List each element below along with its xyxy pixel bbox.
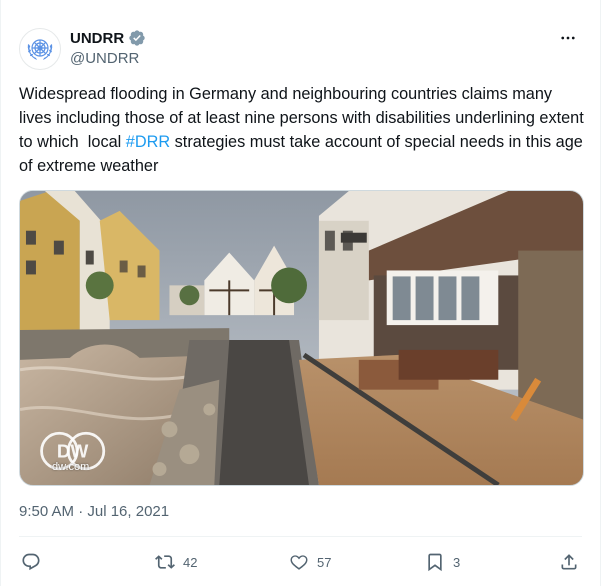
more-icon — [561, 36, 575, 40]
account-handle[interactable]: @UNDRR — [70, 50, 146, 67]
like-icon — [290, 555, 308, 570]
bookmark-button[interactable]: 3 — [425, 550, 460, 574]
dw-watermark-text: dw.com — [52, 461, 90, 473]
share-button[interactable] — [559, 550, 579, 574]
account-names: UNDRR @UNDRR — [70, 28, 146, 67]
dw-watermark: DW dw.com — [34, 431, 118, 473]
dw-logo-text: DW — [57, 442, 89, 463]
hashtag-link[interactable]: #DRR — [126, 133, 170, 151]
display-name-row: UNDRR — [70, 28, 146, 48]
tweet-header: UNDRR @UNDRR — [19, 24, 582, 70]
bookmark-count: 3 — [453, 554, 461, 570]
tweet-photo[interactable]: DW dw.com — [19, 190, 584, 486]
share-icon — [561, 554, 577, 570]
like-button[interactable]: 57 — [289, 550, 331, 574]
un-emblem-icon — [24, 33, 56, 65]
verified-badge-icon — [129, 30, 145, 46]
actions-divider — [19, 536, 582, 537]
reply-icon — [22, 553, 40, 571]
tweet-timestamp[interactable]: 9:50 AM · Jul 16, 2021 — [19, 503, 169, 520]
reply-button[interactable] — [21, 550, 41, 574]
tweet-actions: 42 57 3 — [21, 550, 580, 574]
display-name[interactable]: UNDRR — [70, 30, 124, 47]
like-count: 57 — [317, 554, 332, 570]
retweet-button[interactable]: 42 — [155, 550, 197, 574]
bookmark-icon — [428, 553, 442, 572]
more-options-button[interactable] — [556, 28, 580, 48]
retweet-count: 42 — [183, 554, 198, 570]
tweet-card: UNDRR @UNDRR Widespread flooding in Germ… — [0, 0, 601, 586]
avatar[interactable] — [19, 28, 61, 70]
tweet-text: Widespread flooding in Germany and neigh… — [19, 82, 589, 178]
retweet-icon — [155, 555, 175, 569]
